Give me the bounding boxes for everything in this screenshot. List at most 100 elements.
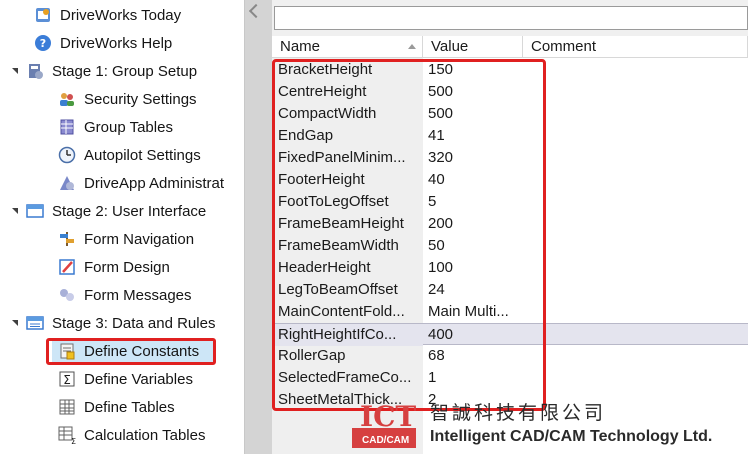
pane-splitter[interactable] [244, 0, 272, 454]
cell-comment[interactable] [523, 169, 748, 191]
table-row[interactable]: HeaderHeight 100 [272, 257, 748, 279]
nav-item-group-tables[interactable]: Group Tables [58, 114, 173, 140]
svg-text:?: ? [40, 37, 46, 50]
cell-comment[interactable] [523, 367, 748, 389]
table-row[interactable]: BracketHeight 150 [272, 59, 748, 81]
table-row[interactable]: RollerGap 68 [272, 345, 748, 367]
table-row[interactable]: LegToBeamOffset 24 [272, 279, 748, 301]
nav-item-autopilot-settings[interactable]: Autopilot Settings [58, 142, 201, 168]
table-row[interactable]: CompactWidth 500 [272, 103, 748, 125]
cell-name[interactable]: FrameBeamWidth [272, 235, 423, 257]
nav-item-stage3[interactable]: Stage 3: Data and Rules [10, 310, 215, 336]
cell-value[interactable]: 24 [423, 279, 523, 301]
cell-comment[interactable] [523, 257, 748, 279]
cell-value[interactable]: 1 [423, 367, 523, 389]
column-header-name[interactable]: Name [272, 36, 423, 58]
cell-value[interactable]: 500 [423, 103, 523, 125]
cell-name[interactable]: EndGap [272, 125, 423, 147]
nav-item-define-tables[interactable]: Define Tables [58, 394, 175, 420]
cell-value[interactable]: 500 [423, 81, 523, 103]
cell-name[interactable]: HeaderHeight [272, 257, 423, 279]
cell-value[interactable]: 50 [423, 235, 523, 257]
cell-value[interactable]: Main Multi... [423, 301, 523, 323]
table-row[interactable]: FrameBeamWidth 50 [272, 235, 748, 257]
cell-name[interactable]: CentreHeight [272, 81, 423, 103]
cell-name[interactable]: FootToLegOffset [272, 191, 423, 213]
cell-comment[interactable] [523, 81, 748, 103]
cell-value[interactable]: 41 [423, 125, 523, 147]
cell-comment[interactable] [523, 279, 748, 301]
nav-item-driveapp-admin[interactable]: DriveApp Administrat [58, 170, 224, 196]
cell-name[interactable]: LegToBeamOffset [272, 279, 423, 301]
table-row[interactable]: EndGap 41 [272, 125, 748, 147]
column-header-comment[interactable]: Comment [523, 36, 748, 58]
cell-comment[interactable] [523, 324, 748, 346]
cell-comment[interactable] [523, 191, 748, 213]
nav-item-form-design[interactable]: Form Design [58, 254, 170, 280]
table-row[interactable]: SelectedFrameCo... 1 [272, 367, 748, 389]
cell-value[interactable]: 40 [423, 169, 523, 191]
table-row[interactable]: FixedPanelMinim... 320 [272, 147, 748, 169]
nav-item-driveworks-today[interactable]: DriveWorks Today [34, 2, 181, 28]
nav-label: Define Variables [84, 370, 193, 388]
cell-value[interactable]: 200 [423, 213, 523, 235]
sort-ascending-icon [408, 44, 416, 49]
cell-comment[interactable] [523, 103, 748, 125]
table-row[interactable]: FooterHeight 40 [272, 169, 748, 191]
cell-name[interactable]: RightHeightIfCo... [272, 324, 423, 346]
cell-name[interactable]: BracketHeight [272, 59, 423, 81]
cell-comment[interactable] [523, 125, 748, 147]
cell-name[interactable]: MainContentFold... [272, 301, 423, 323]
cell-comment[interactable] [523, 301, 748, 323]
cell-comment[interactable] [523, 213, 748, 235]
cell-name[interactable]: CompactWidth [272, 103, 423, 125]
nav-label: Security Settings [84, 90, 197, 108]
cell-comment[interactable] [523, 147, 748, 169]
nav-label: DriveWorks Today [60, 6, 182, 24]
table-row[interactable]: MainContentFold... Main Multi... [272, 301, 748, 323]
expanded-arrow-icon[interactable] [12, 208, 18, 214]
form-design-icon [58, 258, 76, 276]
sigma-icon: Σ [58, 370, 76, 388]
table-row[interactable]: FootToLegOffset 5 [272, 191, 748, 213]
nav-item-form-messages[interactable]: Form Messages [58, 282, 192, 308]
table-row[interactable]: FrameBeamHeight 200 [272, 213, 748, 235]
calc-table-icon: Σ [58, 426, 76, 444]
nav-label: Form Messages [84, 286, 192, 304]
cell-name[interactable]: RollerGap [272, 345, 423, 367]
users-icon [58, 90, 76, 108]
table-row[interactable]: CentreHeight 500 [272, 81, 748, 103]
nav-item-calculation-tables[interactable]: Σ Calculation Tables [58, 422, 205, 448]
selected-item-outline [46, 338, 216, 365]
column-header-value[interactable]: Value [423, 36, 523, 58]
nav-item-driveworks-help[interactable]: ? DriveWorks Help [34, 30, 172, 56]
cell-comment[interactable] [523, 59, 748, 81]
nav-item-form-navigation[interactable]: Form Navigation [58, 226, 194, 252]
cell-comment[interactable] [523, 345, 748, 367]
filter-input[interactable] [274, 6, 748, 30]
cell-value[interactable]: 150 [423, 59, 523, 81]
expanded-arrow-icon[interactable] [12, 320, 18, 326]
nav-label: Define Tables [84, 398, 175, 416]
expanded-arrow-icon[interactable] [12, 68, 18, 74]
group-setup-icon [26, 62, 44, 80]
cell-name[interactable]: FooterHeight [272, 169, 423, 191]
messages-icon [58, 286, 76, 304]
cell-comment[interactable] [523, 235, 748, 257]
ict-logo-icon: ICT CAD/CAM [352, 400, 416, 448]
cell-value[interactable]: 100 [423, 257, 523, 279]
nav-item-stage1[interactable]: Stage 1: Group Setup [10, 58, 197, 84]
cell-value[interactable]: 320 [423, 147, 523, 169]
cell-value[interactable]: 400 [423, 324, 523, 346]
cell-value[interactable]: 5 [423, 191, 523, 213]
table-row[interactable]: RightHeightIfCo... 400 [272, 323, 748, 346]
nav-item-stage2[interactable]: Stage 2: User Interface [10, 198, 206, 224]
cell-name[interactable]: FrameBeamHeight [272, 213, 423, 235]
nav-item-define-variables[interactable]: Σ Define Variables [58, 366, 193, 392]
group-tables-icon [58, 118, 76, 136]
nav-item-security-settings[interactable]: Security Settings [58, 86, 197, 112]
cell-name[interactable]: FixedPanelMinim... [272, 147, 423, 169]
company-name-english: Intelligent CAD/CAM Technology Ltd. [430, 428, 713, 445]
cell-value[interactable]: 68 [423, 345, 523, 367]
cell-name[interactable]: SelectedFrameCo... [272, 367, 423, 389]
